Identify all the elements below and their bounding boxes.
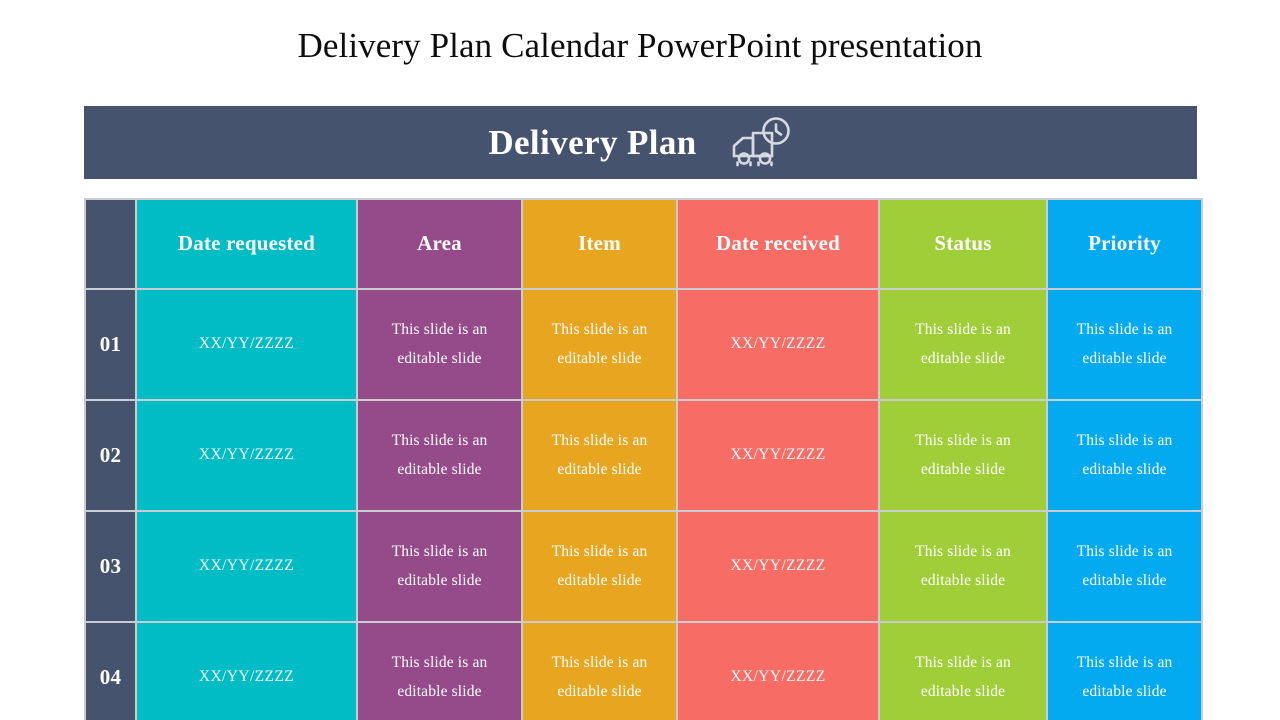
cell-area[interactable]: This slide is an editable slide [358, 512, 521, 621]
column-header-date-received[interactable]: Date received [678, 200, 878, 288]
slide-canvas: Delivery Plan Calendar PowerPoint presen… [0, 0, 1280, 720]
page-title: Delivery Plan Calendar PowerPoint presen… [297, 26, 983, 65]
cell-area[interactable]: This slide is an editable slide [358, 401, 521, 510]
cell-status[interactable]: This slide is an editable slide [880, 623, 1046, 720]
cell-date-received[interactable]: XX/YY/ZZZZ [678, 290, 878, 399]
table-row: 04 XX/YY/ZZZZ This slide is an editable … [86, 623, 1201, 720]
column-header-item[interactable]: Item [523, 200, 676, 288]
delivery-truck-clock-icon [731, 116, 793, 169]
table-header-row: Date requested Area Item Date received S… [86, 200, 1201, 288]
table-row: 02 XX/YY/ZZZZ This slide is an editable … [86, 401, 1201, 510]
row-index-cell: 03 [86, 512, 135, 621]
row-index-cell: 02 [86, 401, 135, 510]
cell-date-received[interactable]: XX/YY/ZZZZ [678, 401, 878, 510]
cell-status[interactable]: This slide is an editable slide [880, 512, 1046, 621]
cell-priority[interactable]: This slide is an editable slide [1048, 401, 1201, 510]
cell-area[interactable]: This slide is an editable slide [358, 290, 521, 399]
cell-date-received[interactable]: XX/YY/ZZZZ [678, 623, 878, 720]
table-row: 03 XX/YY/ZZZZ This slide is an editable … [86, 512, 1201, 621]
row-index-cell: 04 [86, 623, 135, 720]
column-header-status[interactable]: Status [880, 200, 1046, 288]
table-row: 01 XX/YY/ZZZZ This slide is an editable … [86, 290, 1201, 399]
cell-date-requested[interactable]: XX/YY/ZZZZ [137, 512, 356, 621]
cell-priority[interactable]: This slide is an editable slide [1048, 290, 1201, 399]
cell-item[interactable]: This slide is an editable slide [523, 290, 676, 399]
cell-date-requested[interactable]: XX/YY/ZZZZ [137, 401, 356, 510]
delivery-plan-table: Date requested Area Item Date received S… [84, 198, 1203, 720]
cell-date-requested[interactable]: XX/YY/ZZZZ [137, 290, 356, 399]
cell-priority[interactable]: This slide is an editable slide [1048, 623, 1201, 720]
cell-status[interactable]: This slide is an editable slide [880, 290, 1046, 399]
cell-date-requested[interactable]: XX/YY/ZZZZ [137, 623, 356, 720]
banner-title: Delivery Plan [488, 122, 697, 162]
cell-item[interactable]: This slide is an editable slide [523, 401, 676, 510]
cell-priority[interactable]: This slide is an editable slide [1048, 512, 1201, 621]
cell-item[interactable]: This slide is an editable slide [523, 623, 676, 720]
cell-date-received[interactable]: XX/YY/ZZZZ [678, 512, 878, 621]
delivery-plan-banner: Delivery Plan [84, 106, 1197, 179]
cell-area[interactable]: This slide is an editable slide [358, 623, 521, 720]
cell-item[interactable]: This slide is an editable slide [523, 512, 676, 621]
column-header-priority[interactable]: Priority [1048, 200, 1201, 288]
column-header-date-requested[interactable]: Date requested [137, 200, 356, 288]
header-index-cell [86, 200, 135, 288]
cell-status[interactable]: This slide is an editable slide [880, 401, 1046, 510]
row-index-cell: 01 [86, 290, 135, 399]
column-header-area[interactable]: Area [358, 200, 521, 288]
